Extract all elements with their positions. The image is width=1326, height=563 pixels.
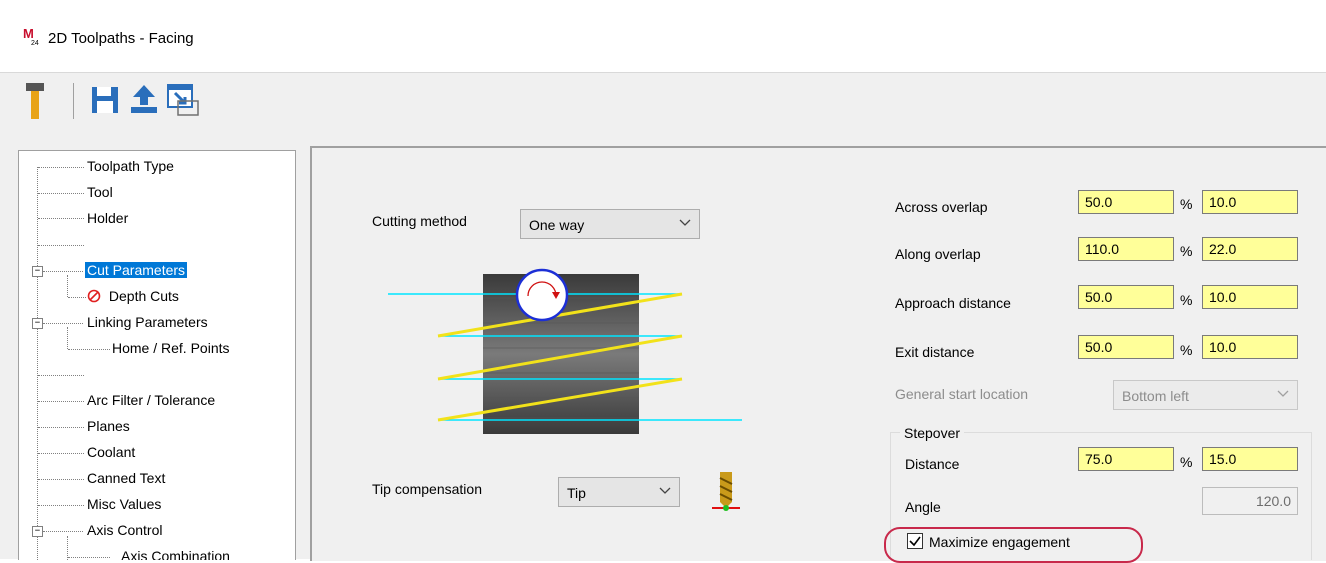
mastercam-logo-icon: M 24: [23, 26, 39, 46]
tool-icon[interactable]: [25, 82, 45, 120]
tree-item-planes[interactable]: Planes: [87, 418, 130, 434]
collapse-icon[interactable]: −: [32, 318, 43, 329]
percent-sign: %: [1180, 454, 1193, 470]
tree-item-linking-parameters[interactable]: Linking Parameters: [87, 314, 208, 330]
tree-item-arc-filter-tolerance[interactable]: Arc Filter / Tolerance: [87, 392, 215, 408]
tree-item-toolpath-type[interactable]: Toolpath Type: [87, 158, 174, 174]
tree-item-home-ref-points[interactable]: Home / Ref. Points: [112, 340, 230, 356]
toolbar-separator: [73, 83, 74, 119]
toolbar: [0, 72, 1326, 127]
tree-item-misc-values[interactable]: Misc Values: [87, 496, 161, 512]
tip-compensation-select[interactable]: Tip: [558, 477, 680, 507]
tree-item-holder[interactable]: Holder: [87, 210, 128, 226]
across-overlap-percent-input[interactable]: 50.0: [1078, 190, 1174, 214]
maximize-engagement-label[interactable]: Maximize engagement: [929, 534, 1070, 550]
along-overlap-input[interactable]: 22.0: [1202, 237, 1298, 261]
exit-distance-label: Exit distance: [895, 344, 975, 360]
stepover-distance-input[interactable]: 15.0: [1202, 447, 1298, 471]
tree-line: [37, 167, 38, 560]
check-icon: [909, 536, 921, 547]
maximize-engagement-checkbox[interactable]: [907, 533, 923, 549]
tree-item-cut-parameters[interactable]: Cut Parameters: [85, 262, 188, 278]
disabled-icon: [87, 289, 101, 303]
general-start-location-select[interactable]: Bottom left: [1113, 380, 1298, 410]
percent-sign: %: [1180, 292, 1193, 308]
stepover-angle-label: Angle: [905, 499, 941, 515]
collapse-icon[interactable]: −: [32, 526, 43, 537]
percent-sign: %: [1180, 342, 1193, 358]
stepover-title: Stepover: [900, 425, 965, 441]
percent-sign: %: [1180, 243, 1193, 259]
facing-preview-image: [388, 268, 742, 434]
approach-distance-input[interactable]: 10.0: [1202, 285, 1298, 309]
across-overlap-label: Across overlap: [895, 199, 988, 215]
exit-distance-input[interactable]: 10.0: [1202, 335, 1298, 359]
tree-line: [67, 275, 68, 297]
tree-line: [67, 327, 68, 349]
stepover-distance-percent-input[interactable]: 75.0: [1078, 447, 1174, 471]
across-overlap-input[interactable]: 10.0: [1202, 190, 1298, 214]
import-icon[interactable]: [166, 83, 200, 117]
cutting-method-select[interactable]: One way: [520, 209, 700, 239]
title-bar: M 24 2D Toolpaths - Facing: [0, 0, 1326, 72]
save-icon[interactable]: [90, 85, 120, 115]
percent-sign: %: [1180, 196, 1193, 212]
svg-text:24: 24: [31, 40, 39, 46]
tree-item-axis-control[interactable]: Axis Control: [87, 522, 162, 538]
tree-item-tool[interactable]: Tool: [87, 184, 113, 200]
cutting-method-label: Cutting method: [372, 213, 467, 229]
approach-distance-percent-input[interactable]: 50.0: [1078, 285, 1174, 309]
tree-item-canned-text[interactable]: Canned Text: [87, 470, 165, 486]
chevron-down-icon: [1277, 390, 1289, 397]
window-title: 2D Toolpaths - Facing: [48, 30, 194, 47]
stepover-angle-input[interactable]: 120.0: [1202, 487, 1298, 515]
along-overlap-percent-input[interactable]: 110.0: [1078, 237, 1174, 261]
svg-text:M: M: [23, 26, 34, 41]
export-icon[interactable]: [128, 83, 160, 115]
tip-compensation-icon: [712, 472, 740, 511]
tip-compensation-label: Tip compensation: [372, 481, 482, 497]
chevron-down-icon: [659, 487, 671, 494]
general-start-location-label: General start location: [895, 386, 1029, 402]
exit-distance-percent-input[interactable]: 50.0: [1078, 335, 1174, 359]
tree-item-coolant[interactable]: Coolant: [87, 444, 135, 460]
stepover-distance-label: Distance: [905, 456, 960, 472]
approach-distance-label: Approach distance: [895, 295, 1011, 311]
along-overlap-label: Along overlap: [895, 246, 981, 262]
tree-item-axis-combination[interactable]: Axis Combination: [121, 548, 230, 560]
tree-panel: − − − Toolpath Type Tool Holder Cut Para…: [18, 150, 296, 560]
tree-item-depth-cuts[interactable]: Depth Cuts: [87, 288, 179, 304]
chevron-down-icon: [679, 219, 691, 226]
collapse-icon[interactable]: −: [32, 266, 43, 277]
